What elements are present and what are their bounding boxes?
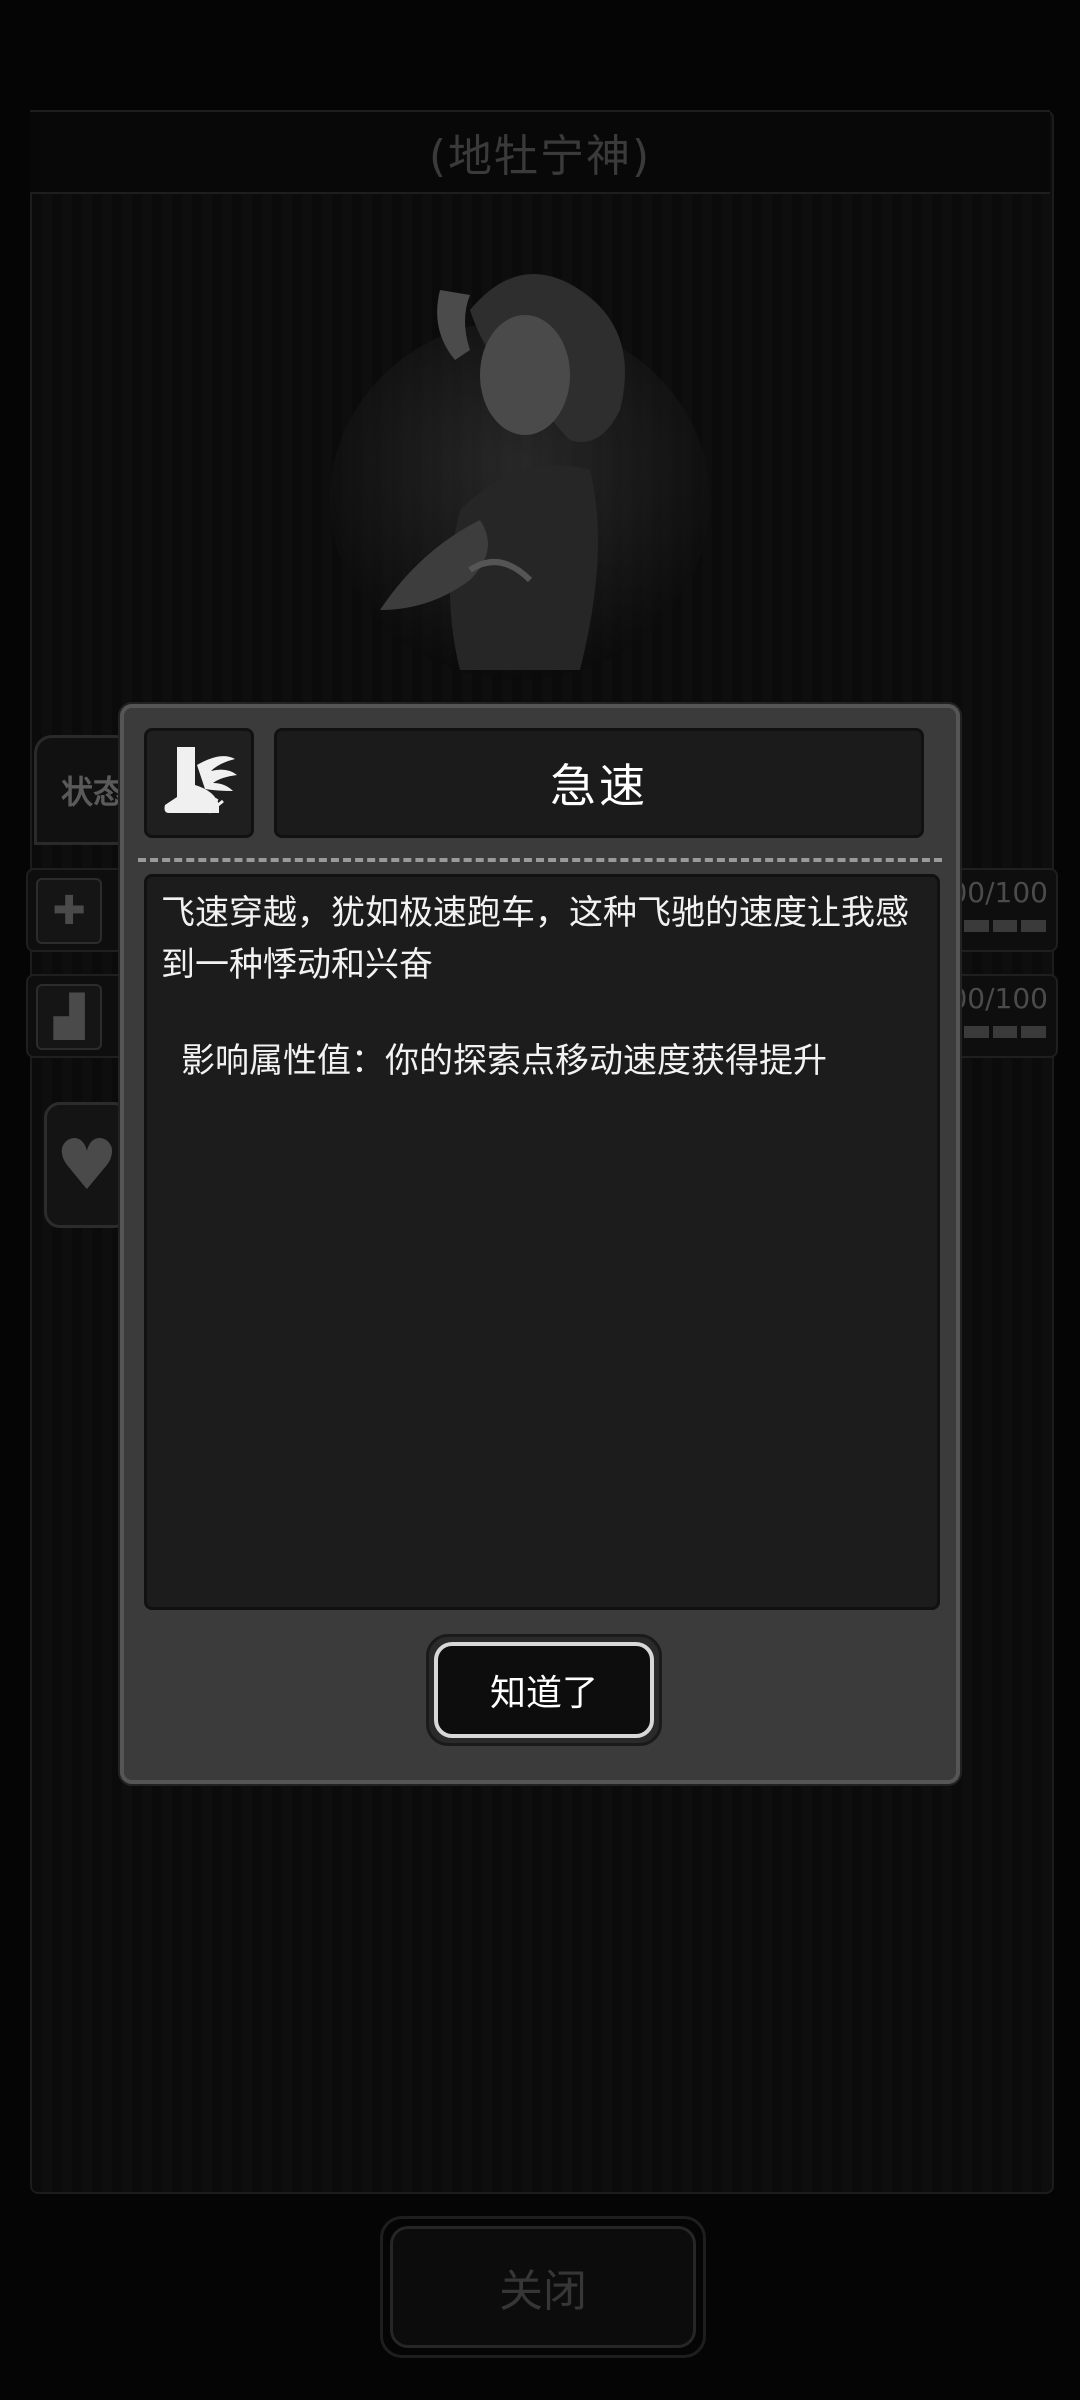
ok-button[interactable]: 知道了 [434, 1642, 654, 1738]
character-portrait [330, 274, 710, 680]
boot-icon: ▟ [36, 984, 102, 1050]
stat-bar [964, 1026, 1047, 1038]
tab-status-label: 状态 [61, 773, 126, 811]
dialog-title-box: 急速 [274, 728, 924, 838]
dialog-title: 急速 [550, 759, 648, 813]
close-button-frame: 关闭 [380, 2216, 706, 2358]
dashed-divider [138, 858, 942, 862]
ok-button-frame: 知道了 [426, 1634, 662, 1746]
background-title-bar: (地牡宁神) [30, 110, 1050, 194]
winged-boot-icon [164, 747, 237, 814]
buff-icon-box [144, 728, 254, 838]
buff-description: 飞速穿越，犹如极速跑车，这种飞驰的速度让我感到一种悸动和兴奋 [161, 893, 909, 985]
close-button[interactable]: 关闭 [390, 2226, 696, 2348]
tab-status: 状态 [34, 735, 134, 845]
buff-effect: 影响属性值：你的探索点移动速度获得提升 [181, 1041, 827, 1081]
stat-bar [964, 920, 1047, 932]
background-title: (地牡宁神) [428, 131, 652, 182]
dialog-content-panel: 飞速穿越，犹如极速跑车，这种飞驰的速度让我感到一种悸动和兴奋 影响属性值：你的探… [144, 874, 940, 1610]
buff-info-dialog: 急速 飞速穿越，犹如极速跑车，这种飞驰的速度让我感到一种悸动和兴奋 影响属性值：… [120, 704, 960, 1784]
first-aid-kit-icon: ✚ [36, 878, 102, 944]
heart-icon: ♥ [44, 1102, 130, 1228]
